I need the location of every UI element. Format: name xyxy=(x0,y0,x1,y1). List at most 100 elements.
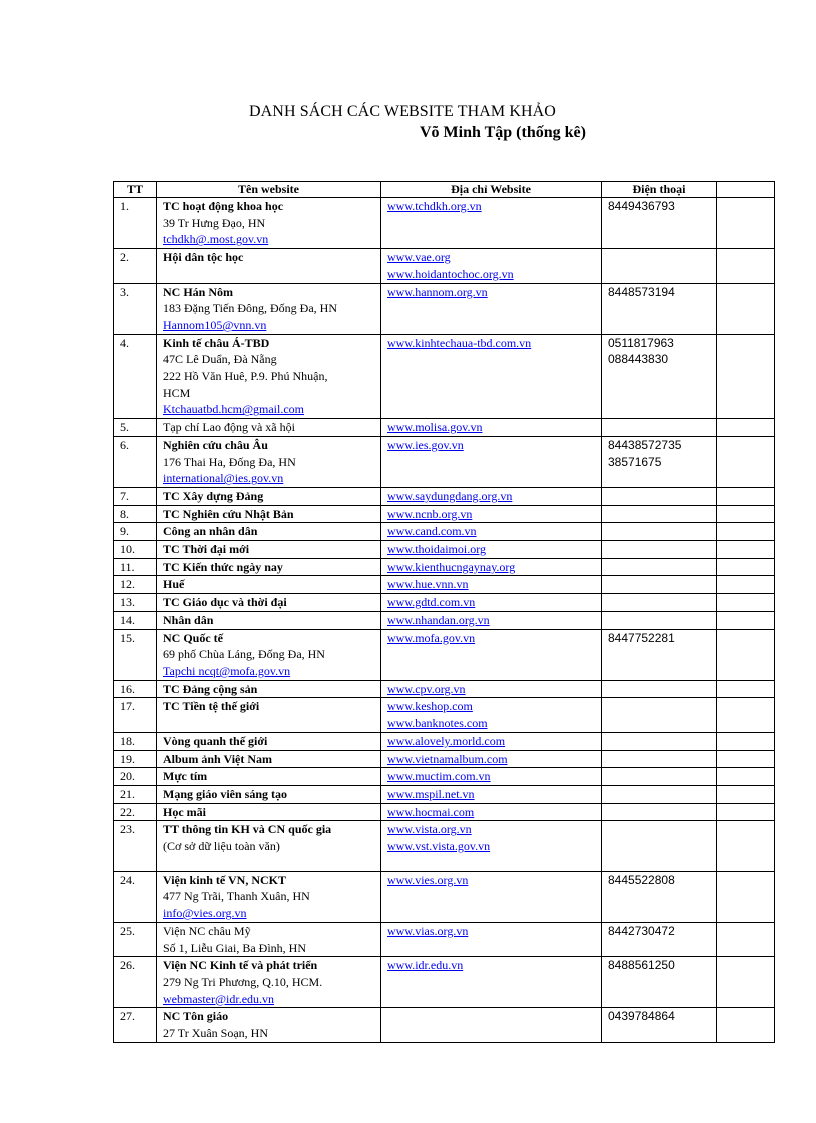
website-link[interactable]: www.molisa.gov.vn xyxy=(387,419,595,436)
phone-number: 8448573194 xyxy=(608,284,675,299)
blank-cell xyxy=(716,282,775,335)
email-link[interactable]: Ktchauatbd.hcm@gmail.com xyxy=(163,401,374,418)
website-address-cell: www.hue.vnn.vn xyxy=(380,575,602,595)
table-row: 8. TC Nghiên cứu Nhật Bản www.ncnb.org.vn xyxy=(113,504,775,524)
table-row: 1. TC hoạt động khoa học 39 Tr Hưng Đạo, H… xyxy=(113,196,775,250)
phone-number: 8442730472 xyxy=(608,923,675,938)
website-address-cell: www.vae.org www.hoidantochoc.org.vn xyxy=(380,248,602,284)
website-link[interactable]: www.thoidaimoi.org xyxy=(387,541,595,558)
row-number: 24. xyxy=(113,870,157,923)
website-link[interactable]: www.banknotes.com xyxy=(387,715,595,732)
blank-cell xyxy=(716,610,775,630)
blank-cell xyxy=(716,749,775,769)
website-link[interactable]: www.ies.gov.vn xyxy=(387,437,595,454)
table-row: 20. Mực tím www.muctim.com.vn xyxy=(113,767,775,786)
header-blank xyxy=(716,181,775,198)
table-row: 9. Công an nhân dân www.cand.com.vn xyxy=(113,522,775,542)
website-link[interactable]: www.kinhtechaua-tbd.com.vn xyxy=(387,335,595,352)
email-link[interactable]: info@vies.org.vn xyxy=(163,905,374,922)
website-address-cell: www.ies.gov.vn xyxy=(380,435,602,488)
phone-cell xyxy=(601,522,717,542)
website-address-cell: www.ncnb.org.vn xyxy=(380,504,602,524)
website-link[interactable]: www.mofa.gov.vn xyxy=(387,630,595,647)
blank-cell xyxy=(716,956,775,1009)
website-link[interactable]: www.hocmai.com xyxy=(387,804,595,821)
email-link[interactable]: Tapchi ncqt@mofa.gov.vn xyxy=(163,663,374,680)
email-link[interactable]: international@ies.gov.vn xyxy=(163,470,374,487)
website-address-cell: www.cpv.org.vn xyxy=(380,679,602,699)
phone-cell: 8445522808 xyxy=(601,870,717,923)
website-address-cell: www.mofa.gov.vn xyxy=(380,628,602,681)
table-row: 27. NC Tôn giáo 27 Tr Xuân Soạn, HN 0439784… xyxy=(113,1007,775,1043)
website-name-cell: Nhân dân xyxy=(156,610,381,630)
blank-cell xyxy=(716,435,775,488)
website-address-cell: www.mspil.net.vn xyxy=(380,784,602,804)
blank-cell xyxy=(716,575,775,595)
website-link[interactable]: www.gdtd.com.vn xyxy=(387,594,595,611)
table-row: 2. Hội dân tộc học www.vae.org www.hoidanto… xyxy=(113,248,775,284)
website-link[interactable]: www.vietnamalbum.com xyxy=(387,751,595,768)
website-link[interactable]: www.hannom.org.vn xyxy=(387,284,595,301)
header-tt: TT xyxy=(113,181,157,198)
website-link[interactable]: www.idr.edu.vn xyxy=(387,957,595,974)
website-name-cell: TC Giáo dục và thời đại xyxy=(156,593,381,612)
phone-number: 8449436793 xyxy=(608,199,675,213)
website-link[interactable]: www.vista.org.vn xyxy=(387,821,595,838)
website-address-cell: www.idr.edu.vn xyxy=(380,956,602,1009)
row-number: 5. xyxy=(113,418,157,437)
website-link[interactable]: www.vias.org.vn xyxy=(387,923,595,940)
row-number: 10. xyxy=(113,540,157,559)
website-link[interactable]: www.kienthucngaynay.org xyxy=(387,559,595,576)
organization-name: Nghiên cứu châu Âu xyxy=(163,437,268,452)
website-link[interactable]: www.vae.org xyxy=(387,249,595,266)
organization-name: Hội dân tộc học xyxy=(163,250,244,265)
row-number: 15. xyxy=(113,628,157,681)
website-link[interactable]: www.saydungdang.org.vn xyxy=(387,488,595,505)
blank-cell xyxy=(716,921,775,958)
organization-name: TC hoạt động khoa học xyxy=(163,199,284,213)
phone-cell: 0511817963 088443830 xyxy=(601,333,717,420)
phone-cell xyxy=(601,593,717,612)
organization-name: Tạp chí Lao động và xã hội xyxy=(163,420,295,435)
blank-cell xyxy=(716,784,775,804)
website-link[interactable]: www.vst.vista.gov.vn xyxy=(387,838,595,855)
phone-cell xyxy=(601,486,717,506)
email-link[interactable]: Hannom105@vnn.vn xyxy=(163,317,374,334)
website-address-cell: www.tchdkh.org.vn xyxy=(380,196,602,250)
website-link[interactable]: www.vies.org.vn xyxy=(387,872,595,889)
email-link[interactable]: tchdkh@.most.gov.vn xyxy=(163,231,374,248)
email-link[interactable]: webmaster@idr.edu.vn xyxy=(163,991,374,1008)
phone-cell: 0439784864 xyxy=(601,1007,717,1043)
website-address-cell: www.vista.org.vn www.vst.vista.gov.vn xyxy=(380,820,602,872)
table-row: 3. NC Hán Nôm 183 Đặng Tiến Đông, Đống Đa,… xyxy=(113,282,775,335)
website-link[interactable]: www.mspil.net.vn xyxy=(387,786,595,803)
website-link[interactable]: www.keshop.com xyxy=(387,698,595,715)
phone-cell xyxy=(601,504,717,524)
organization-name: Công an nhân dân xyxy=(163,524,258,539)
table-row: 14. Nhân dân www.nhandan.org.vn xyxy=(113,610,775,630)
website-link[interactable]: www.cpv.org.vn xyxy=(387,681,595,698)
website-link[interactable]: www.hue.vnn.vn xyxy=(387,576,595,593)
organization-address: 222 Hồ Văn Huê, P.9. Phú Nhuận, xyxy=(163,369,328,384)
phone-cell xyxy=(601,802,717,822)
table-body: 1. TC hoạt động khoa học 39 Tr Hưng Đạo, H… xyxy=(113,196,775,1043)
row-number: 12. xyxy=(113,575,157,595)
website-link[interactable]: www.cand.com.vn xyxy=(387,523,595,540)
website-link[interactable]: www.nhandan.org.vn xyxy=(387,612,595,629)
organization-name: Viện kinh tế VN, NCKT xyxy=(163,872,287,887)
organization-address: 176 Thai Ha, Đống Đa, HN xyxy=(163,454,296,469)
organization-name: TC Nghiên cứu Nhật Bản xyxy=(163,506,294,521)
organization-name: Mực tím xyxy=(163,769,208,784)
website-link[interactable]: www.hoidantochoc.org.vn xyxy=(387,266,595,283)
website-link[interactable]: www.alovely.morld.com xyxy=(387,733,595,750)
website-link[interactable]: www.tchdkh.org.vn xyxy=(387,198,595,215)
phone-number: 0439784864 xyxy=(608,1009,675,1024)
document-subtitle: Võ Minh Tập (thống kê) xyxy=(420,124,586,141)
blank-cell xyxy=(716,540,775,559)
blank-cell xyxy=(716,870,775,923)
phone-cell xyxy=(601,557,717,577)
website-link[interactable]: www.muctim.com.vn xyxy=(387,768,595,785)
website-address-cell: www.muctim.com.vn xyxy=(380,767,602,786)
website-link[interactable]: www.ncnb.org.vn xyxy=(387,506,595,523)
website-name-cell: TC Thời đại mới xyxy=(156,540,381,559)
